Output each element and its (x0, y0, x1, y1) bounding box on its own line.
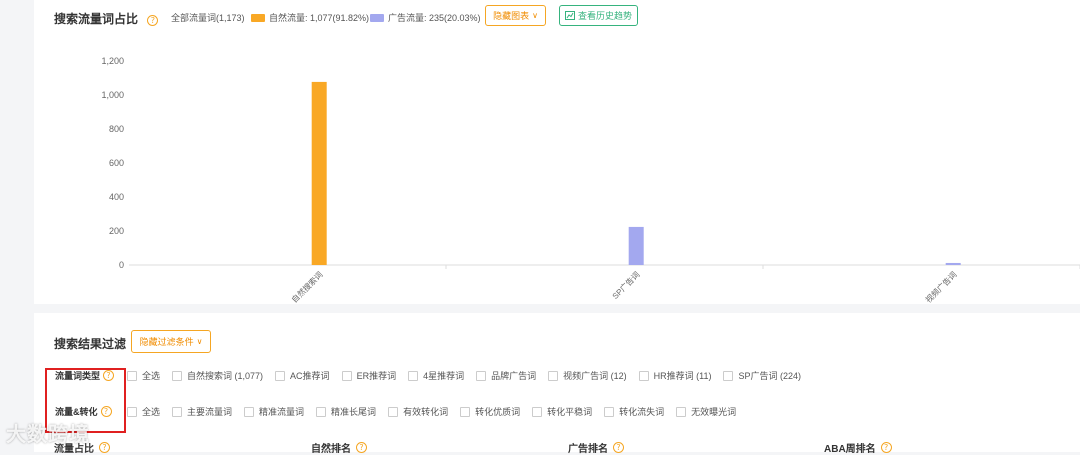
option-label: 全选 (142, 407, 161, 417)
help-icon[interactable]: ? (356, 442, 367, 453)
column-header-label: ABA周排名 (824, 444, 876, 455)
traffic-type-option[interactable]: 自然搜索词 (1,077) (172, 369, 263, 382)
x-tick-label: 视频广告词 (923, 269, 958, 304)
help-icon[interactable]: ? (613, 442, 624, 453)
checkbox[interactable] (341, 370, 352, 381)
option-label: 全选 (142, 371, 161, 381)
option-label: 转化平稳词 (547, 407, 593, 417)
conversion-option[interactable]: 精准流量词 (244, 405, 304, 418)
y-tick-label: 400 (109, 192, 124, 202)
checkbox[interactable] (676, 406, 687, 417)
filter-panel: 搜索结果过滤 隐藏过滤条件 ∨ 流量词类型 ? 全选 自然搜索词 (1,077)… (34, 313, 1080, 455)
chevron-down-icon: ∨ (196, 337, 203, 346)
option-label: ER推荐词 (356, 371, 397, 381)
option-label: 自然搜索词 (1,077) (187, 371, 264, 381)
watermark-text: 大数跨境 (6, 424, 90, 446)
conversion-option[interactable]: 全选 (127, 405, 160, 418)
option-label: 转化流失词 (619, 407, 665, 417)
traffic-type-option[interactable]: 4星推荐词 (408, 369, 464, 382)
checkbox[interactable] (244, 406, 255, 417)
traffic-type-option[interactable]: 品牌广告词 (476, 369, 536, 382)
traffic-type-option[interactable]: HR推荐词 (11) (638, 369, 712, 382)
option-label: 品牌广告词 (491, 371, 537, 381)
conversion-option[interactable]: 转化流失词 (604, 405, 664, 418)
traffic-type-option[interactable]: 视频广告词 (12) (548, 369, 627, 382)
option-label: 转化优质词 (475, 407, 521, 417)
bar (628, 226, 644, 265)
checkbox[interactable] (172, 406, 183, 417)
conversion-option[interactable]: 精准长尾词 (316, 405, 376, 418)
checkbox[interactable] (388, 406, 399, 417)
checkbox[interactable] (275, 370, 286, 381)
column-header-ad-rank[interactable]: 广告排名 ? (568, 440, 624, 455)
hide-filter-button[interactable]: 隐藏过滤条件 ∨ (131, 330, 211, 353)
checkbox[interactable] (476, 370, 487, 381)
y-tick-label: 0 (119, 260, 124, 270)
conversion-option[interactable]: 转化优质词 (460, 405, 520, 418)
y-tick-label: 600 (109, 158, 124, 168)
hide-filter-label: 隐藏过滤条件 (139, 337, 194, 347)
watermark: 大数跨境 (6, 418, 90, 447)
checkbox[interactable] (127, 406, 137, 417)
option-label: 精准流量词 (259, 407, 305, 417)
filter-section-title: 搜索结果过滤 (54, 337, 127, 351)
help-icon[interactable]: ? (99, 442, 110, 453)
checkbox[interactable] (460, 406, 471, 417)
column-header-aba-rank[interactable]: ABA周排名 ? (824, 440, 892, 455)
y-tick-label: 1,200 (101, 56, 124, 66)
option-label: 无效曝光词 (691, 407, 737, 417)
checkbox[interactable] (532, 406, 543, 417)
column-header-natural-rank[interactable]: 自然排名 ? (311, 440, 367, 455)
column-header-label: 自然排名 (311, 444, 351, 455)
traffic-type-option[interactable]: ER推荐词 (341, 369, 397, 382)
checkbox[interactable] (548, 370, 559, 381)
bar (311, 81, 327, 265)
checkbox[interactable] (127, 370, 137, 381)
traffic-type-option[interactable]: SP广告词 (224) (723, 369, 801, 382)
option-label: HR推荐词 (11) (653, 371, 712, 381)
checkbox[interactable] (638, 370, 649, 381)
y-tick-label: 1,000 (101, 90, 124, 100)
conversion-option[interactable]: 主要流量词 (172, 405, 232, 418)
column-header-label: 广告排名 (568, 444, 608, 455)
chart-panel: 搜索流量词占比 ? 全部流量词(1,173) 自然流量: 1,077(91.82… (34, 0, 1080, 304)
option-label: 精准长尾词 (331, 407, 377, 417)
checkbox[interactable] (172, 370, 183, 381)
x-tick-label: SP广告词 (610, 269, 642, 301)
bar (945, 262, 961, 265)
traffic-conversion-row: 流量&转化 ? 全选 主要流量词 精准流量词 精准长尾词 有效转化词 转化优质词… (55, 405, 748, 418)
traffic-type-option[interactable]: AC推荐词 (275, 369, 330, 382)
checkbox[interactable] (723, 370, 734, 381)
option-label: 有效转化词 (403, 407, 449, 417)
checkbox[interactable] (408, 370, 419, 381)
checkbox[interactable] (604, 406, 615, 417)
option-label: 视频广告词 (12) (563, 371, 627, 381)
x-tick-label: 自然搜索词 (289, 269, 324, 304)
option-label: AC推荐词 (290, 371, 330, 381)
conversion-option[interactable]: 转化平稳词 (532, 405, 592, 418)
traffic-type-option[interactable]: 全选 (127, 369, 160, 382)
checkbox[interactable] (316, 406, 327, 417)
y-tick-label: 200 (109, 226, 124, 236)
conversion-option[interactable]: 无效曝光词 (676, 405, 736, 418)
option-label: 4星推荐词 (423, 371, 465, 381)
option-label: SP广告词 (224) (738, 371, 801, 381)
bar-chart: 1,200 1,000 800 600 400 200 0 自然搜索词 SP广告词 视频广告词 (101, 56, 1080, 304)
y-tick-label: 800 (109, 124, 124, 134)
conversion-option[interactable]: 有效转化词 (388, 405, 448, 418)
traffic-type-row: 流量词类型 ? 全选 自然搜索词 (1,077) AC推荐词 ER推荐词 4星推… (55, 369, 813, 382)
help-icon[interactable]: ? (880, 442, 892, 453)
option-label: 主要流量词 (187, 407, 233, 417)
